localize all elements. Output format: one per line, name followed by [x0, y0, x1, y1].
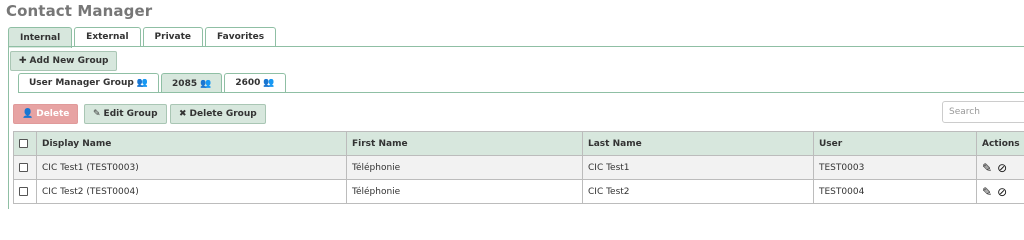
select-all-checkbox[interactable] — [19, 138, 28, 148]
header-actions: Actions — [976, 131, 1024, 156]
cell-display-name: CIC Test1 (TEST0003) — [36, 155, 347, 180]
cell-first-name: Téléphonie — [346, 155, 583, 180]
edit-group-button[interactable]: ✎ Edit Group — [84, 104, 167, 124]
panel-border — [8, 46, 9, 209]
cell-last-name: CIC Test1 — [582, 155, 814, 180]
group-tabs: User Manager Group 👥 2085 👥 2600 👥 — [18, 73, 288, 93]
tab-external[interactable]: External — [74, 27, 141, 46]
delete-label: Delete — [36, 109, 70, 119]
tab-group-2085[interactable]: 2085 👥 — [161, 73, 223, 93]
page-title: Contact Manager — [6, 2, 153, 20]
row-checkbox-cell — [13, 179, 37, 204]
header-user[interactable]: User — [813, 131, 977, 156]
cell-actions: ✎ ⊘ — [976, 179, 1024, 204]
edit-group-label: Edit Group — [103, 109, 158, 119]
tab-group-2600[interactable]: 2600 👥 — [224, 73, 286, 92]
add-new-group-label: Add New Group — [29, 56, 109, 66]
tab-divider — [8, 46, 1024, 47]
contacts-table: Display Name First Name Last Name User A… — [13, 131, 1024, 204]
tab-private[interactable]: Private — [142, 27, 204, 46]
table-row: CIC Test1 (TEST0003) Téléphonie CIC Test… — [13, 155, 1024, 180]
cell-user: TEST0004 — [813, 179, 977, 204]
cell-user: TEST0003 — [813, 155, 977, 180]
tab-label: 2085 — [172, 78, 198, 89]
header-display-name[interactable]: Display Name — [36, 131, 347, 156]
edit-icon[interactable]: ✎ — [982, 161, 992, 175]
times-icon: ✖ — [179, 109, 187, 119]
ban-icon[interactable]: ⊘ — [997, 185, 1007, 199]
delete-group-label: Delete Group — [189, 109, 257, 119]
row-checkbox-cell — [13, 155, 37, 180]
cell-last-name: CIC Test2 — [582, 179, 814, 204]
tab-label: 2600 — [235, 78, 261, 88]
delete-button[interactable]: 👤 Delete — [13, 104, 79, 124]
select-all-cell — [13, 131, 37, 156]
table-header-row: Display Name First Name Last Name User A… — [13, 131, 1024, 156]
tab-user-manager-group[interactable]: User Manager Group 👥 — [18, 73, 160, 92]
tab-internal[interactable]: Internal — [8, 27, 73, 48]
main-tabs: Internal External Private Favorites — [8, 27, 278, 48]
tab-favorites[interactable]: Favorites — [205, 27, 277, 46]
cell-display-name: CIC Test2 (TEST0004) — [36, 179, 347, 204]
row-checkbox[interactable] — [19, 186, 28, 196]
add-new-group-button[interactable]: ✚ Add New Group — [10, 51, 118, 71]
cell-first-name: Téléphonie — [346, 179, 583, 204]
group-tab-divider — [18, 92, 1024, 93]
ban-icon[interactable]: ⊘ — [997, 161, 1007, 175]
user-minus-icon: 👤 — [22, 109, 34, 119]
tab-label: User Manager Group — [29, 78, 134, 88]
delete-group-button[interactable]: ✖ Delete Group — [170, 104, 266, 124]
table-row: CIC Test2 (TEST0004) Téléphonie CIC Test… — [13, 179, 1024, 204]
users-icon: 👥 — [200, 78, 212, 89]
row-checkbox[interactable] — [19, 162, 28, 172]
header-first-name[interactable]: First Name — [346, 131, 583, 156]
users-icon: 👥 — [136, 78, 149, 88]
users-icon: 👥 — [263, 78, 275, 88]
search-input[interactable]: Search — [942, 101, 1024, 123]
edit-icon[interactable]: ✎ — [982, 185, 992, 199]
header-last-name[interactable]: Last Name — [582, 131, 814, 156]
cell-actions: ✎ ⊘ — [976, 155, 1024, 180]
pencil-icon: ✎ — [93, 109, 101, 119]
plus-icon: ✚ — [19, 56, 27, 66]
